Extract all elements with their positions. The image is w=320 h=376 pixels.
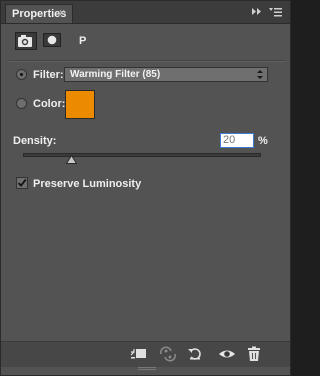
resize-grip-icon[interactable] bbox=[138, 366, 156, 372]
trash-icon[interactable] bbox=[247, 346, 261, 362]
updown-arrows-icon bbox=[257, 70, 263, 79]
color-radio[interactable] bbox=[16, 98, 27, 109]
adjustment-label: P bbox=[79, 35, 87, 47]
divider bbox=[9, 61, 284, 62]
panel-titlebar: Properties × bbox=[1, 1, 290, 24]
density-unit: % bbox=[258, 135, 268, 147]
color-label: Color: bbox=[33, 98, 66, 110]
properties-panel: Properties × P Filter: Warming Filter (8… bbox=[0, 0, 291, 376]
preserve-luminosity-label: Preserve Luminosity bbox=[33, 178, 142, 190]
tab-close-icon[interactable]: × bbox=[59, 5, 65, 23]
photo-filter-adjustment-icon bbox=[15, 32, 37, 50]
preserve-luminosity-checkbox[interactable] bbox=[16, 177, 28, 189]
view-previous-state-icon[interactable] bbox=[158, 346, 178, 362]
panel-menu-icon[interactable] bbox=[269, 7, 283, 17]
filter-radio[interactable] bbox=[16, 69, 27, 80]
color-swatch[interactable] bbox=[65, 90, 95, 119]
filter-dropdown-value: Warming Filter (85) bbox=[70, 69, 161, 80]
collapse-panel-icon[interactable] bbox=[251, 7, 263, 16]
filter-dropdown[interactable]: Warming Filter (85) bbox=[64, 67, 268, 82]
density-slider-track[interactable] bbox=[23, 153, 261, 157]
density-label: Density: bbox=[13, 135, 57, 147]
checkmark-icon bbox=[17, 178, 27, 187]
density-slider-thumb[interactable] bbox=[65, 155, 77, 164]
reset-icon[interactable] bbox=[187, 346, 203, 362]
visibility-eye-icon[interactable] bbox=[218, 346, 236, 362]
panel-footer bbox=[1, 341, 290, 367]
tab-properties[interactable]: Properties × bbox=[5, 4, 73, 23]
layer-mask-icon[interactable] bbox=[43, 33, 61, 47]
filter-label: Filter: bbox=[33, 69, 64, 81]
density-input[interactable]: 20 bbox=[220, 133, 254, 148]
radio-selected-dot bbox=[20, 73, 23, 76]
clip-to-layer-icon[interactable] bbox=[130, 346, 148, 362]
